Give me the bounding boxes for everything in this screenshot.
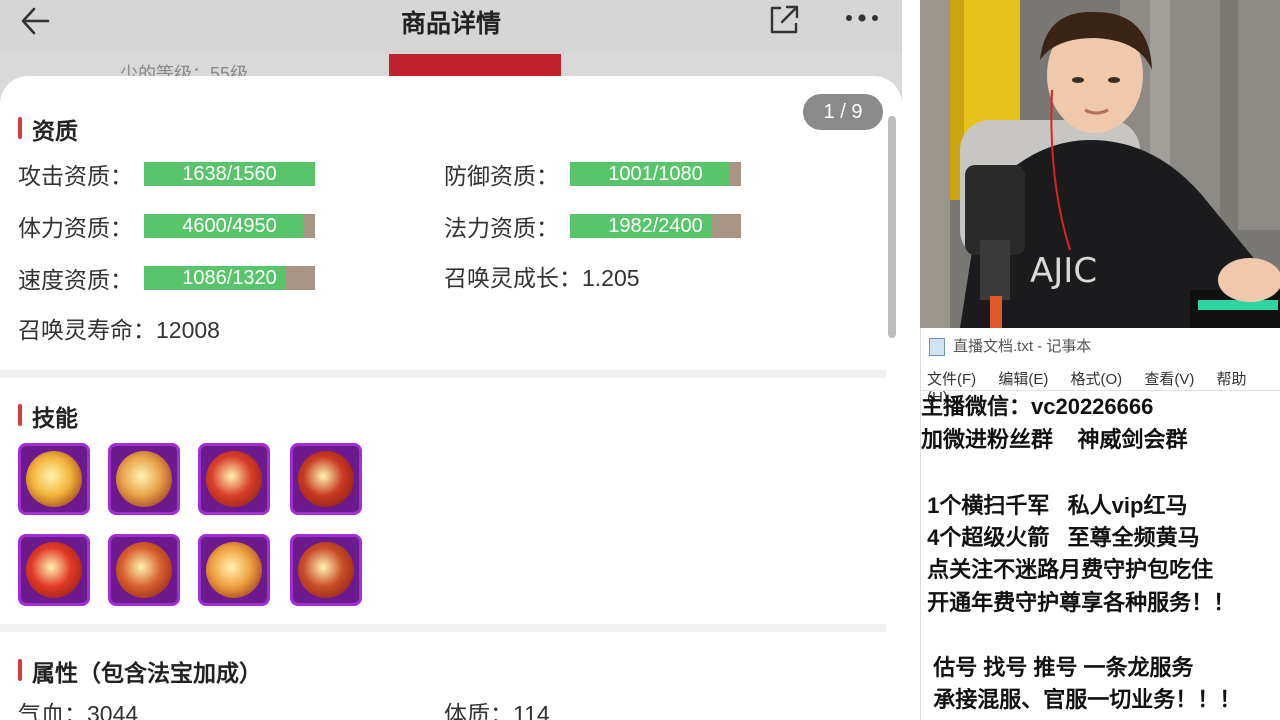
aptitude-bar-value: 1001/1080	[608, 163, 703, 185]
skill-blade-fire-icon[interactable]	[198, 534, 270, 606]
menu-separator	[921, 390, 1280, 391]
menu-format[interactable]: 格式(O)	[1071, 371, 1123, 388]
webcam-video: AJIC	[920, 0, 1280, 328]
stat-mana-aptitude: 法力资质：	[444, 212, 559, 241]
stat-value: 114	[513, 701, 550, 720]
stat-value: 3044	[87, 701, 139, 720]
skill-art	[206, 542, 262, 598]
aptitude-bar: 1982/2400	[570, 214, 741, 238]
stat-label: 体力资质：	[18, 214, 133, 241]
scrollbar-thumb[interactable]	[888, 116, 896, 338]
skill-warrior-fire-icon[interactable]	[108, 534, 180, 606]
svg-text:AJIC: AJIC	[1030, 251, 1097, 291]
stat-hp: 气血：3044	[18, 700, 138, 720]
aptitude-bar: 1086/1320	[144, 266, 315, 290]
aptitude-bar-value: 1638/1560	[182, 163, 277, 185]
aptitude-bar-value: 1982/2400	[608, 215, 703, 237]
streamer-video-image: AJIC	[920, 0, 1280, 328]
stat-label: 防御资质：	[444, 162, 559, 189]
text-line: 承接混服、官服一切业务！！！	[921, 687, 1242, 712]
product-detail-app: 商品详情 少的等级：55级 1 / 9 资质 攻击资质： 1638/1560 防…	[0, 0, 902, 720]
notepad-title: 直播文档.txt - 记事本	[953, 338, 1092, 355]
notepad-file-icon	[929, 338, 945, 357]
skill-art	[116, 542, 172, 598]
section-title-aptitude: 资质	[18, 112, 78, 146]
stat-label: 攻击资质：	[18, 162, 133, 189]
skill-art	[298, 542, 354, 598]
stat-attack-aptitude: 攻击资质：	[18, 160, 133, 189]
menu-file[interactable]: 文件(F)	[927, 371, 976, 388]
text-line: 点关注不迷路月费守护包吃住	[921, 557, 1214, 582]
skill-art	[116, 451, 172, 507]
more-options-icon[interactable]	[842, 4, 882, 32]
skill-art	[206, 451, 262, 507]
aptitude-bar: 1001/1080	[570, 162, 741, 186]
text-line: 主播微信：vc20226666	[921, 394, 1154, 419]
aptitude-bar: 1638/1560	[144, 162, 315, 186]
stat-growth: 召唤灵成长：1.205	[444, 264, 640, 292]
notepad-title-bar: 直播文档.txt - 记事本	[929, 334, 1091, 360]
stat-speed-aptitude: 速度资质：	[18, 264, 133, 293]
stat-lifespan: 召唤灵寿命：12008	[18, 316, 220, 344]
stat-label: 召唤灵寿命：	[18, 317, 156, 343]
section-title-skills: 技能	[18, 399, 78, 433]
section-title-attributes: 属性（包含法宝加成）	[18, 654, 262, 688]
stat-defense-aptitude: 防御资质：	[444, 160, 559, 189]
stat-constitution: 体质：114	[444, 700, 550, 720]
text-line: 开通年费守护尊享各种服务！！	[921, 590, 1236, 615]
stat-stamina-aptitude: 体力资质：	[18, 212, 133, 241]
text-line: 4个超级火箭 至尊全频黄马	[921, 525, 1200, 550]
stat-value: 12008	[156, 317, 220, 343]
text-line: 加微进粉丝群 神威剑会群	[921, 427, 1188, 452]
section-divider	[0, 370, 886, 378]
stat-value: 1.205	[582, 265, 640, 291]
stat-label: 气血：	[18, 701, 87, 720]
skill-art	[298, 451, 354, 507]
skill-imp-fire-icon[interactable]	[18, 534, 90, 606]
menu-view[interactable]: 查看(V)	[1144, 371, 1194, 388]
skill-demon-fire-icon[interactable]	[198, 443, 270, 515]
stat-label: 法力资质：	[444, 214, 559, 241]
stat-label: 体质：	[444, 701, 513, 720]
skill-mask-fire-icon[interactable]	[290, 534, 362, 606]
stat-label: 速度资质：	[18, 266, 133, 293]
notepad-window: 直播文档.txt - 记事本 文件(F) 编辑(E) 格式(O) 查看(V) 帮…	[920, 328, 1280, 720]
aptitude-bar-value: 1086/1320	[182, 267, 277, 289]
skill-axe-fire-icon[interactable]	[18, 443, 90, 515]
active-tab-indicator[interactable]	[389, 54, 561, 78]
skill-rabbit-fire-icon[interactable]	[108, 443, 180, 515]
skill-art	[26, 542, 82, 598]
image-pager-badge: 1 / 9	[803, 94, 883, 130]
skill-art	[26, 451, 82, 507]
text-line: 估号 找号 推号 一条龙服务	[921, 655, 1194, 680]
section-divider	[0, 624, 886, 632]
text-line: 1个横扫千军 私人vip红马	[921, 493, 1188, 518]
menu-edit[interactable]: 编辑(E)	[998, 371, 1048, 388]
stat-label: 召唤灵成长：	[444, 265, 582, 291]
detail-sheet: 1 / 9 资质 攻击资质： 1638/1560 防御资质： 1001/1080…	[0, 76, 902, 720]
share-icon[interactable]	[766, 2, 802, 36]
aptitude-bar-value: 4600/4950	[182, 215, 277, 237]
skill-bat-fire-icon[interactable]	[290, 443, 362, 515]
aptitude-bar: 4600/4950	[144, 214, 315, 238]
top-navigation-bar: 商品详情	[0, 0, 902, 54]
